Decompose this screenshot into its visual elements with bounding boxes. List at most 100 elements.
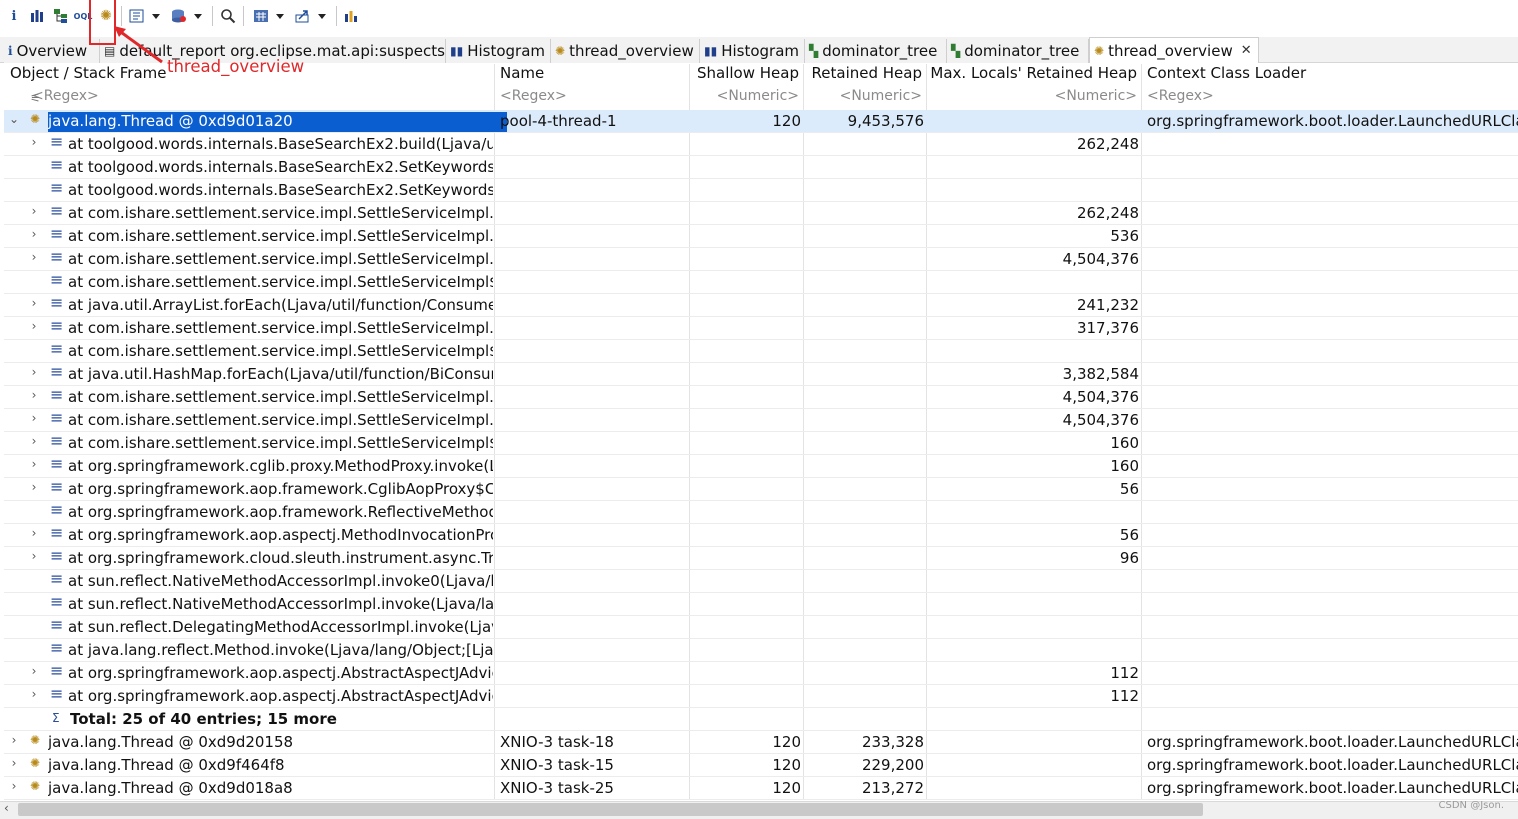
expand-chevron-icon[interactable]: ›: [28, 457, 40, 471]
stack-frame-row[interactable]: › ≡ at org.springframework.aop.aspectj.Abs…: [4, 685, 1518, 708]
stack-frame-row[interactable]: ≡ at com.ishare.settlement.service.impl.S…: [4, 340, 1518, 363]
stack-frame-icon: ≡: [50, 615, 64, 634]
toolbar-separator: [243, 6, 244, 26]
expand-chevron-icon[interactable]: ›: [8, 756, 20, 770]
stack-frame-row[interactable]: › ≡ at com.ishare.settlement.service.impl.…: [4, 202, 1518, 225]
stack-frame-icon: ≡: [50, 569, 64, 588]
column-header-shallow-heap[interactable]: Shallow Heap: [689, 64, 803, 86]
stack-frame-row[interactable]: › ≡ at com.ishare.settlement.service.impl.…: [4, 317, 1518, 340]
column-header-name[interactable]: Name: [494, 64, 689, 86]
close-icon[interactable]: ✕: [1241, 43, 1252, 58]
histogram-icon[interactable]: [28, 6, 46, 26]
expand-chevron-icon[interactable]: ›: [28, 365, 40, 379]
stack-frame-row[interactable]: › ≡ at toolgood.words.internals.BaseSearch…: [4, 133, 1518, 156]
stack-frame-row[interactable]: › ≡ at java.util.HashMap.forEach(Ljava/uti…: [4, 363, 1518, 386]
tab-overview[interactable]: i Overview: [4, 39, 100, 63]
expand-chevron-icon[interactable]: ›: [28, 526, 40, 540]
expand-chevron-icon[interactable]: ›: [28, 319, 40, 333]
max-locals-cell: [926, 342, 1139, 362]
total-row[interactable]: Σ Total: 25 of 40 entries; 15 more: [4, 708, 1518, 731]
export-icon[interactable]: [294, 6, 326, 26]
dominator-tree-icon[interactable]: [52, 6, 70, 26]
max-locals-cell: 160: [1110, 457, 1139, 475]
stack-frame-row[interactable]: › ≡ at org.springframework.aop.aspectj.Met…: [4, 524, 1518, 547]
expand-chevron-icon[interactable]: ›: [28, 135, 40, 149]
filter-retained-input[interactable]: <Numeric>: [803, 88, 926, 110]
stack-frame-row[interactable]: › ≡ at org.springframework.aop.aspectj.Abs…: [4, 662, 1518, 685]
filter-object-input[interactable]: <Regex>: [26, 88, 492, 110]
stack-frame-icon: ≡: [50, 477, 64, 496]
stack-frame-row[interactable]: › ≡ at org.springframework.cglib.proxy.Met…: [4, 455, 1518, 478]
filter-name-input[interactable]: <Regex>: [494, 88, 689, 110]
tab-dominator-tree-2[interactable]: ▚ dominator_tree: [947, 39, 1089, 63]
total-entries-label[interactable]: Total: 25 of 40 entries; 15 more: [70, 710, 490, 730]
stack-frame-row[interactable]: ≡ at sun.reflect.NativeMethodAccessorImpl…: [4, 570, 1518, 593]
expand-chevron-icon[interactable]: ›: [28, 296, 40, 310]
tab-histogram[interactable]: ▮▮ Histogram: [446, 39, 551, 63]
stack-frame-cell: at org.springframework.aop.aspectj.Metho…: [68, 526, 493, 544]
tab-dominator-tree[interactable]: ▚ dominator_tree: [805, 39, 947, 63]
expand-chevron-icon[interactable]: ›: [28, 411, 40, 425]
filter-shallow-input[interactable]: <Numeric>: [689, 88, 803, 110]
tab-thread-overview[interactable]: ✺ thread_overview: [551, 39, 700, 63]
expand-chevron-icon[interactable]: ›: [28, 434, 40, 448]
filter-loader-input[interactable]: <Regex>: [1141, 88, 1518, 110]
stack-frame-row[interactable]: › ≡ at org.springframework.aop.framework.C…: [4, 478, 1518, 501]
thread-name-cell: XNIO-3 task-15: [500, 756, 614, 774]
expand-chevron-icon[interactable]: ›: [28, 687, 40, 701]
class-loader-cell: org.springframework.boot.loader.Launched…: [1147, 756, 1518, 774]
stack-frame-row[interactable]: ≡ at java.lang.reflect.Method.invoke(Ljav…: [4, 639, 1518, 662]
max-locals-cell: 112: [1110, 687, 1139, 705]
stack-frame-row[interactable]: ≡ at sun.reflect.DelegatingMethodAccessor…: [4, 616, 1518, 639]
stack-frame-row[interactable]: › ≡ at com.ishare.settlement.service.impl.…: [4, 386, 1518, 409]
scroll-left-icon[interactable]: ‹: [4, 801, 9, 815]
sum-icon: Σ: [52, 711, 60, 725]
thread-row[interactable]: › ✺ java.lang.Thread @ 0xd9f464f8 XNIO-3 ta…: [4, 754, 1518, 777]
thread-row[interactable]: › ✺ java.lang.Thread @ 0xd9d20158 XNIO-3 ta…: [4, 731, 1518, 754]
tab-label: thread_overview: [1108, 41, 1233, 60]
stack-frame-row[interactable]: › ≡ at com.ishare.settlement.service.impl.…: [4, 248, 1518, 271]
stack-frame-row[interactable]: › ≡ at com.ishare.settlement.service.impl.…: [4, 409, 1518, 432]
stack-frame-row[interactable]: › ≡ at com.ishare.settlement.service.impl.…: [4, 225, 1518, 248]
class-loader-cell: org.springframework.boot.loader.Launched…: [1147, 112, 1518, 130]
expand-chevron-icon[interactable]: ›: [28, 204, 40, 218]
tab-histogram-2[interactable]: ▮▮ Histogram: [700, 39, 805, 63]
expand-chevron-icon[interactable]: ›: [28, 388, 40, 402]
dominator-tree-icon: ▚: [809, 44, 819, 58]
calculator-icon[interactable]: [252, 6, 284, 26]
expand-chevron-icon[interactable]: ›: [28, 250, 40, 264]
info-icon[interactable]: i: [6, 6, 22, 26]
stack-frame-cell: at com.ishare.settlement.service.impl.Se…: [68, 227, 493, 245]
expand-chevron-icon[interactable]: ›: [28, 227, 40, 241]
tab-thread-overview-active[interactable]: ✺ thread_overview ✕: [1089, 37, 1259, 63]
expand-chevron-icon[interactable]: ›: [8, 733, 20, 747]
retained-heap-cell: 229,200: [861, 756, 924, 774]
stack-frame-row[interactable]: › ≡ at com.ishare.settlement.service.impl.…: [4, 432, 1518, 455]
heap-dump-overview-icon[interactable]: [170, 6, 202, 26]
stack-frame-row[interactable]: ≡ at sun.reflect.NativeMethodAccessorImpl…: [4, 593, 1518, 616]
search-icon[interactable]: [219, 6, 237, 26]
stack-frame-row[interactable]: ≡ at toolgood.words.internals.BaseSearchE…: [4, 156, 1518, 179]
column-header-context-class-loader[interactable]: Context Class Loader: [1141, 64, 1518, 86]
stack-frame-row[interactable]: ≡ at org.springframework.aop.framework.Re…: [4, 501, 1518, 524]
leak-suspects-icon[interactable]: [342, 6, 360, 26]
thread-row[interactable]: ⌄ ✺ java.lang.Thread @ 0xd9d01a20 pool-4-th…: [4, 110, 1518, 133]
expand-chevron-icon[interactable]: ›: [28, 549, 40, 563]
stack-frame-row[interactable]: › ≡ at java.util.ArrayList.forEach(Ljava/u…: [4, 294, 1518, 317]
horizontal-scrollbar[interactable]: [18, 803, 1203, 816]
expand-chevron-icon[interactable]: ›: [28, 480, 40, 494]
filter-max-locals-input[interactable]: <Numeric>: [926, 88, 1141, 110]
collapse-chevron-icon[interactable]: ⌄: [8, 112, 20, 126]
thread-row[interactable]: › ✺ java.lang.Thread @ 0xd9d018a8 XNIO-3 ta…: [4, 777, 1518, 800]
stack-frame-row[interactable]: ≡ at toolgood.words.internals.BaseSearchE…: [4, 179, 1518, 202]
column-header-retained-heap[interactable]: Retained Heap: [803, 64, 926, 86]
stack-frame-row[interactable]: › ≡ at org.springframework.cloud.sleuth.in…: [4, 547, 1518, 570]
stack-frame-cell: at com.ishare.settlement.service.impl.Se…: [68, 250, 493, 268]
max-locals-cell: 112: [1110, 664, 1139, 682]
stack-frame-icon: ≡: [50, 316, 64, 335]
class-loader-cell: org.springframework.boot.loader.Launched…: [1147, 733, 1518, 751]
column-header-max-locals[interactable]: Max. Locals' Retained Heap: [926, 64, 1141, 86]
stack-frame-row[interactable]: ≡ at com.ishare.settlement.service.impl.S…: [4, 271, 1518, 294]
expand-chevron-icon[interactable]: ›: [28, 664, 40, 678]
expand-chevron-icon[interactable]: ›: [8, 779, 20, 793]
